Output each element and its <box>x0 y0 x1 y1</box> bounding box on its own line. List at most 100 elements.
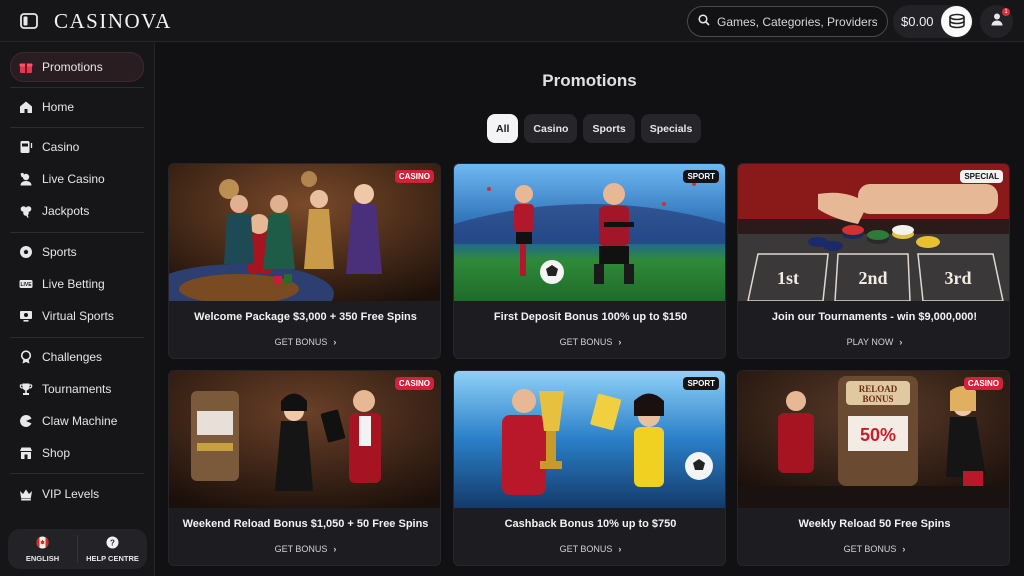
sidebar-item-live-casino[interactable]: Live Casino <box>10 164 144 194</box>
chevron-right-icon: › <box>618 337 622 347</box>
sidebar-item-label: Home <box>42 100 75 114</box>
profile-button[interactable]: 1 <box>980 5 1013 38</box>
divider <box>10 127 144 128</box>
promo-card-first-deposit[interactable]: SPORT First Deposit Bonus 100% up to $15… <box>453 163 726 359</box>
sidebar-item-sports[interactable]: Sports <box>10 237 144 267</box>
sidebar-item-label: Claw Machine <box>42 414 118 428</box>
sidebar-item-vip-levels[interactable]: VIP Levels <box>10 479 144 509</box>
sidebar-item-label: VIP Levels <box>42 487 100 501</box>
crown-icon <box>19 487 33 501</box>
get-bonus-link[interactable]: GET BONUS › <box>169 337 440 347</box>
sidebar-item-jackpots[interactable]: Jackpots <box>10 196 144 226</box>
promo-card-welcome[interactable]: CASINO Welcome Package $3,000 + 350 Free… <box>168 163 441 359</box>
sidebar-item-label: Virtual Sports <box>42 309 114 323</box>
get-bonus-link[interactable]: GET BONUS › <box>454 337 725 347</box>
language-label: ENGLISH <box>25 553 60 563</box>
casinova-logo[interactable]: CASINOVA <box>54 9 172 34</box>
divider <box>10 87 144 88</box>
filter-specials[interactable]: Specials <box>640 114 702 143</box>
promo-title: Weekend Reload Bonus $1,050 + 50 Free Sp… <box>182 518 429 530</box>
promo-image-slot-couple <box>169 371 440 508</box>
promo-card-weekly-reload[interactable]: RELOAD BONUS 50% CASINO Weekly Reload 50… <box>737 370 1010 566</box>
coin-icon[interactable] <box>941 6 972 37</box>
slot-machine-icon <box>19 140 33 154</box>
category-badge: CASINO <box>963 377 1003 390</box>
sidebar-item-label: Live Casino <box>42 172 105 186</box>
search-icon <box>698 13 710 31</box>
promo-image-soccer-players <box>454 164 725 301</box>
search-box[interactable] <box>687 6 888 37</box>
category-badge: SPORT <box>683 170 719 183</box>
main-content: Promotions All Casino Sports Specials CA… <box>155 43 1024 576</box>
cta-label: GET BONUS <box>843 544 897 554</box>
category-badge: CASINO <box>394 377 434 390</box>
promo-title: Cashback Bonus 10% up to $750 <box>504 518 677 530</box>
svg-text:?: ? <box>110 538 115 547</box>
search-input[interactable] <box>717 14 877 29</box>
help-label: HELP CENTRE <box>86 553 139 563</box>
wallet-balance[interactable]: $0.00 <box>893 5 973 38</box>
cta-label: GET BONUS <box>559 337 613 347</box>
live-icon: LIVE <box>19 277 33 291</box>
chevron-right-icon: › <box>618 544 622 554</box>
reload-sign-text: RELOAD <box>859 384 898 394</box>
sidebar-item-label: Jackpots <box>42 204 90 218</box>
tournament-label-first: 1st <box>777 268 799 288</box>
sidebar-item-casino[interactable]: Casino <box>10 132 144 162</box>
filter-sports[interactable]: Sports <box>583 114 635 143</box>
cta-label: GET BONUS <box>274 544 328 554</box>
home-icon <box>19 100 33 114</box>
sidebar-item-live-betting[interactable]: LIVE Live Betting <box>10 269 144 299</box>
cta-label: PLAY NOW <box>846 337 894 347</box>
sidebar-item-shop[interactable]: Shop <box>10 438 144 468</box>
get-bonus-link[interactable]: GET BONUS › <box>454 544 725 554</box>
get-bonus-link[interactable]: GET BONUS › <box>738 544 1009 554</box>
sidebar-footer: ENGLISH ? HELP CENTRE <box>8 529 147 569</box>
page-title: Promotions <box>542 71 637 90</box>
divider <box>10 337 144 338</box>
chevron-right-icon: › <box>333 337 337 347</box>
sidebar-item-label: Sports <box>42 245 77 259</box>
sidebar-item-claw-machine[interactable]: Claw Machine <box>10 406 144 436</box>
monitor-icon <box>19 309 33 323</box>
promo-image-casino-party <box>169 164 440 301</box>
category-badge: SPECIAL <box>960 170 1003 183</box>
sidebar-item-home[interactable]: Home <box>10 92 144 122</box>
sidebar-item-promotions[interactable]: Promotions <box>10 52 144 82</box>
chevron-right-icon: › <box>333 544 337 554</box>
sidebar-item-virtual-sports[interactable]: Virtual Sports <box>10 301 144 331</box>
sidebar-item-label: Casino <box>42 140 80 154</box>
chevron-right-icon: › <box>899 337 903 347</box>
sidebar-item-tournaments[interactable]: Tournaments <box>10 374 144 404</box>
promo-card-tournaments[interactable]: 1st 2nd 3rd SPECIAL Join our Tournaments… <box>737 163 1010 359</box>
sidebar-item-label: Shop <box>42 446 71 460</box>
medal-icon <box>19 350 33 364</box>
promo-image-casino-chips: 1st 2nd 3rd <box>738 164 1009 301</box>
cta-label: GET BONUS <box>559 544 613 554</box>
fifty-percent-text: 50% <box>860 425 896 445</box>
sidebar-toggle-icon[interactable] <box>20 13 38 29</box>
language-button[interactable]: ENGLISH <box>8 529 77 569</box>
gift-icon <box>19 60 33 74</box>
notification-badge: 1 <box>1002 8 1010 16</box>
help-centre-button[interactable]: ? HELP CENTRE <box>78 529 147 569</box>
divider <box>10 232 144 233</box>
soccer-ball-icon <box>19 245 33 259</box>
tournament-label-second: 2nd <box>858 268 887 288</box>
sidebar-item-challenges[interactable]: Challenges <box>10 342 144 372</box>
get-bonus-link[interactable]: GET BONUS › <box>169 544 440 554</box>
sidebar-item-label: Promotions <box>42 60 103 74</box>
promo-title: Welcome Package $3,000 + 350 Free Spins <box>194 311 417 323</box>
category-badge: CASINO <box>394 170 434 183</box>
play-now-link[interactable]: PLAY NOW › <box>738 337 1009 347</box>
bonus-sign-text: BONUS <box>862 394 893 404</box>
sidebar-item-label: Challenges <box>42 350 103 364</box>
user-icon <box>990 12 1004 31</box>
promo-card-cashback[interactable]: SPORT Cashback Bonus 10% up to $750 GET … <box>453 370 726 566</box>
promo-card-weekend-reload[interactable]: CASINO Weekend Reload Bonus $1,050 + 50 … <box>168 370 441 566</box>
dealer-icon <box>19 172 33 186</box>
promo-title: First Deposit Bonus 100% up to $150 <box>493 311 688 323</box>
filter-casino[interactable]: Casino <box>524 114 578 143</box>
filter-all[interactable]: All <box>487 114 519 143</box>
category-badge: SPORT <box>683 377 719 390</box>
